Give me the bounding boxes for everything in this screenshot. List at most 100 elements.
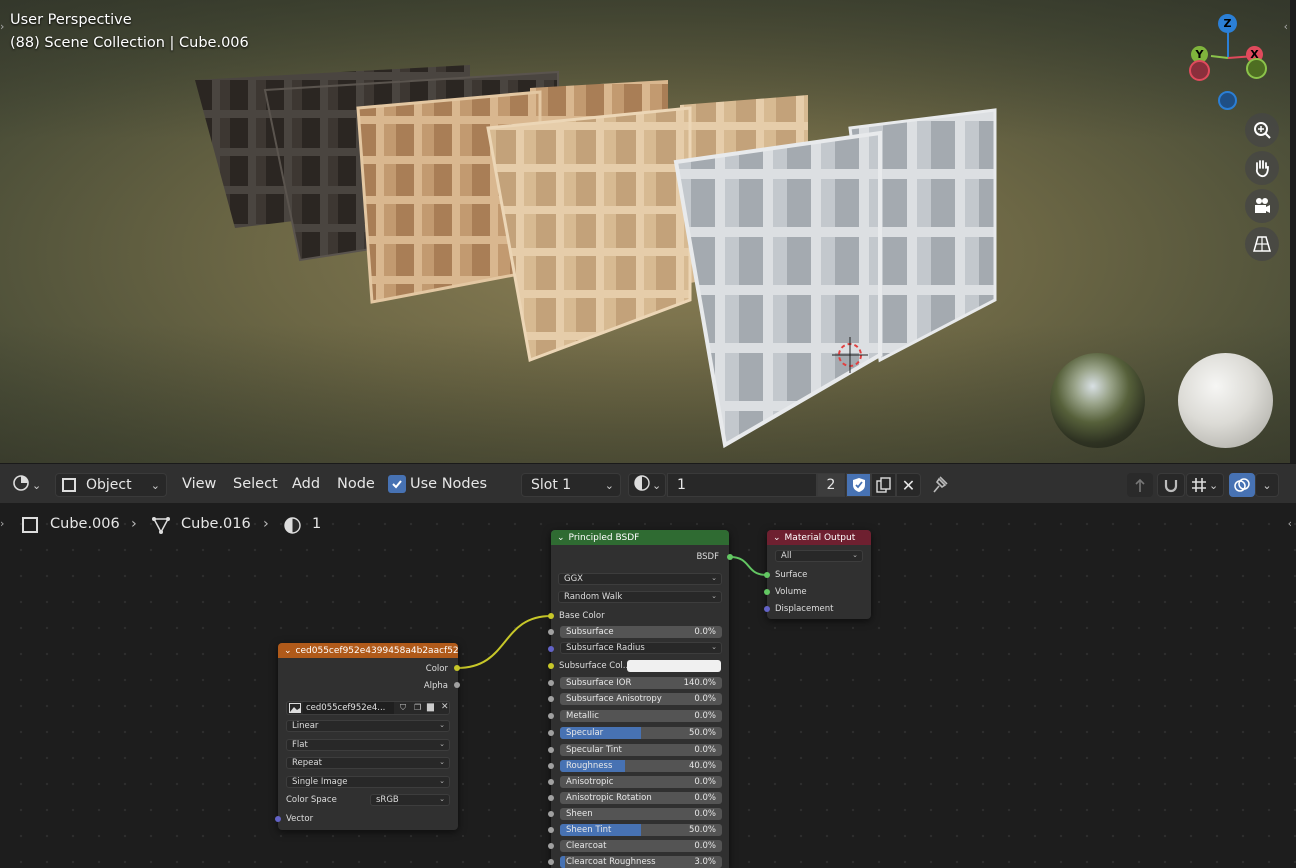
socket-metallic-input[interactable] bbox=[548, 713, 554, 719]
overlays-dropdown[interactable]: ⌄ bbox=[1255, 473, 1279, 497]
subsurface-method-select[interactable]: Random Walk ⌄ bbox=[558, 591, 722, 603]
socket-sheen-tint-input[interactable] bbox=[548, 827, 554, 833]
socket-subsurface-color-input[interactable] bbox=[548, 663, 554, 669]
color-space-select[interactable]: sRGB ⌄ bbox=[370, 794, 450, 806]
socket-clearcoat-input[interactable] bbox=[548, 843, 554, 849]
duplicate-icon bbox=[875, 477, 891, 493]
distribution-select[interactable]: GGX ⌄ bbox=[558, 573, 722, 585]
socket-subsurface-ior-input[interactable] bbox=[548, 680, 554, 686]
image-texture-node-header[interactable]: ⌄ ced055cef952e4399458a4b2aacf52ca.j... bbox=[278, 643, 458, 658]
slot-select[interactable]: Slot 1 ⌄ bbox=[521, 473, 621, 497]
field-specular-tint[interactable]: Specular Tint 0.0% bbox=[560, 744, 722, 756]
material-output-node[interactable]: ⌄ Material Output All ⌄ Surface Volume Di… bbox=[767, 530, 871, 619]
pan-hand-icon[interactable] bbox=[1245, 151, 1279, 185]
editor-type-button[interactable]: ⌄ bbox=[8, 473, 46, 497]
menu-add[interactable]: Add bbox=[292, 476, 320, 492]
interpolation-select[interactable]: Linear ⌄ bbox=[286, 720, 450, 732]
socket-volume-input[interactable] bbox=[764, 589, 770, 595]
socket-sheen-input[interactable] bbox=[548, 811, 554, 817]
close-icon[interactable]: ✕ bbox=[441, 702, 449, 712]
socket-displacement-input[interactable] bbox=[764, 606, 770, 612]
socket-clearcoat-roughness-input[interactable] bbox=[548, 859, 554, 865]
snapping-toggle[interactable] bbox=[1157, 473, 1185, 497]
image-datablock-field[interactable]: ced055cef952e4... ⛉ ❐ ▆ ✕ bbox=[286, 701, 450, 715]
field-subsurface[interactable]: Subsurface 0.0% bbox=[560, 626, 722, 638]
subsurface-radius-select[interactable]: Subsurface Radius ⌄ bbox=[560, 642, 722, 654]
unlink-material-button[interactable]: ✕ bbox=[896, 473, 921, 497]
pin-icon[interactable] bbox=[930, 474, 950, 498]
socket-surface-input[interactable] bbox=[764, 572, 770, 578]
toolbar-expand-icon[interactable]: › bbox=[0, 517, 4, 530]
3d-viewport[interactable]: User Perspective (88) Scene Collection |… bbox=[0, 0, 1290, 463]
duplicate-material-button[interactable] bbox=[871, 473, 896, 497]
principled-bsdf-node[interactable]: ⌄ Principled BSDF BSDF GGX ⌄ Random Walk ⌄… bbox=[551, 530, 729, 868]
parent-node-tree-button[interactable] bbox=[1127, 473, 1153, 497]
image-name-field[interactable]: ced055cef952e4... bbox=[303, 702, 394, 714]
fake-user-button[interactable] bbox=[846, 473, 871, 497]
perspective-grid-icon[interactable] bbox=[1245, 227, 1279, 261]
collapse-chevron-icon[interactable]: ⌄ bbox=[284, 646, 292, 656]
collapse-chevron-icon[interactable]: ⌄ bbox=[557, 533, 565, 543]
duplicate-icon[interactable]: ❐ bbox=[414, 703, 421, 712]
socket-alpha-output[interactable] bbox=[454, 682, 460, 688]
field-roughness[interactable]: Roughness 40.0% bbox=[560, 760, 722, 772]
folder-icon[interactable]: ▆ bbox=[427, 702, 434, 712]
field-sheen[interactable]: Sheen 0.0% bbox=[560, 808, 722, 820]
shield-icon[interactable]: ⛉ bbox=[400, 703, 406, 713]
gizmo-neg-z-axis[interactable] bbox=[1218, 91, 1237, 110]
socket-roughness-input[interactable] bbox=[548, 763, 554, 769]
blender-window: User Perspective (88) Scene Collection |… bbox=[0, 0, 1296, 868]
menu-select[interactable]: Select bbox=[233, 476, 278, 492]
gizmo-neg-y-axis[interactable] bbox=[1246, 58, 1267, 79]
zoom-icon[interactable] bbox=[1245, 113, 1279, 147]
use-nodes-label[interactable]: Use Nodes bbox=[410, 476, 487, 492]
field-anisotropic-rotation[interactable]: Anisotropic Rotation 0.0% bbox=[560, 792, 722, 804]
snapping-mode-select[interactable]: ⌄ bbox=[1186, 473, 1224, 497]
color-space-value: sRGB bbox=[376, 795, 399, 805]
socket-vector-input[interactable] bbox=[275, 816, 281, 822]
user-count-button[interactable]: 2 bbox=[817, 473, 845, 497]
camera-icon[interactable] bbox=[1245, 189, 1279, 223]
socket-specular-input[interactable] bbox=[548, 730, 554, 736]
socket-color-output[interactable] bbox=[454, 665, 460, 671]
field-clearcoat-roughness[interactable]: Clearcoat Roughness 3.0% bbox=[560, 856, 722, 868]
socket-base-color-input[interactable] bbox=[548, 613, 554, 619]
object-mode-select[interactable]: Object ⌄ bbox=[55, 473, 167, 497]
extension-select[interactable]: Repeat ⌄ bbox=[286, 757, 450, 769]
menu-view[interactable]: View bbox=[182, 476, 216, 492]
socket-subsurface-radius-input[interactable] bbox=[548, 646, 554, 652]
subsurface-color-swatch[interactable] bbox=[627, 660, 721, 672]
sidebar-expand-icon[interactable]: ‹ bbox=[1284, 20, 1288, 33]
material-browse-button[interactable]: ⌄ bbox=[628, 473, 666, 497]
collapse-chevron-icon[interactable]: ⌄ bbox=[773, 533, 781, 543]
output-target-select[interactable]: All ⌄ bbox=[775, 550, 863, 562]
overlays-toggle[interactable] bbox=[1229, 473, 1255, 497]
projection-select[interactable]: Flat ⌄ bbox=[286, 739, 450, 751]
chevron-down-icon: ⌄ bbox=[439, 795, 445, 803]
principled-bsdf-node-header[interactable]: ⌄ Principled BSDF bbox=[551, 530, 729, 545]
socket-subsurface-anisotropy-input[interactable] bbox=[548, 696, 554, 702]
socket-specular-tint-input[interactable] bbox=[548, 747, 554, 753]
menu-node[interactable]: Node bbox=[337, 476, 375, 492]
socket-bsdf-output[interactable] bbox=[727, 554, 733, 560]
field-clearcoat[interactable]: Clearcoat 0.0% bbox=[560, 840, 722, 852]
field-anisotropic[interactable]: Anisotropic 0.0% bbox=[560, 776, 722, 788]
socket-subsurface-input[interactable] bbox=[548, 629, 554, 635]
field-subsurface-ior[interactable]: Subsurface IOR 140.0% bbox=[560, 677, 722, 689]
field-label: Metallic bbox=[566, 711, 599, 721]
gizmo-z-axis[interactable]: Z bbox=[1218, 14, 1237, 33]
field-subsurface-anisotropy[interactable]: Subsurface Anisotropy 0.0% bbox=[560, 693, 722, 705]
field-sheen-tint[interactable]: Sheen Tint 50.0% bbox=[560, 824, 722, 836]
material-output-node-header[interactable]: ⌄ Material Output bbox=[767, 530, 871, 545]
image-texture-node[interactable]: ⌄ ced055cef952e4399458a4b2aacf52ca.j... … bbox=[278, 643, 458, 830]
use-nodes-checkbox[interactable] bbox=[388, 475, 406, 493]
sidebar-expand-icon[interactable]: ‹ bbox=[1288, 517, 1292, 530]
toolbar-expand-icon[interactable]: › bbox=[0, 20, 4, 33]
material-name-field[interactable]: 1 bbox=[667, 473, 817, 497]
field-specular[interactable]: Specular 50.0% bbox=[560, 727, 722, 739]
gizmo-neg-x-axis[interactable] bbox=[1189, 60, 1210, 81]
socket-anisotropic-rotation-input[interactable] bbox=[548, 795, 554, 801]
socket-anisotropic-input[interactable] bbox=[548, 779, 554, 785]
field-metallic[interactable]: Metallic 0.0% bbox=[560, 710, 722, 722]
source-select[interactable]: Single Image ⌄ bbox=[286, 776, 450, 788]
